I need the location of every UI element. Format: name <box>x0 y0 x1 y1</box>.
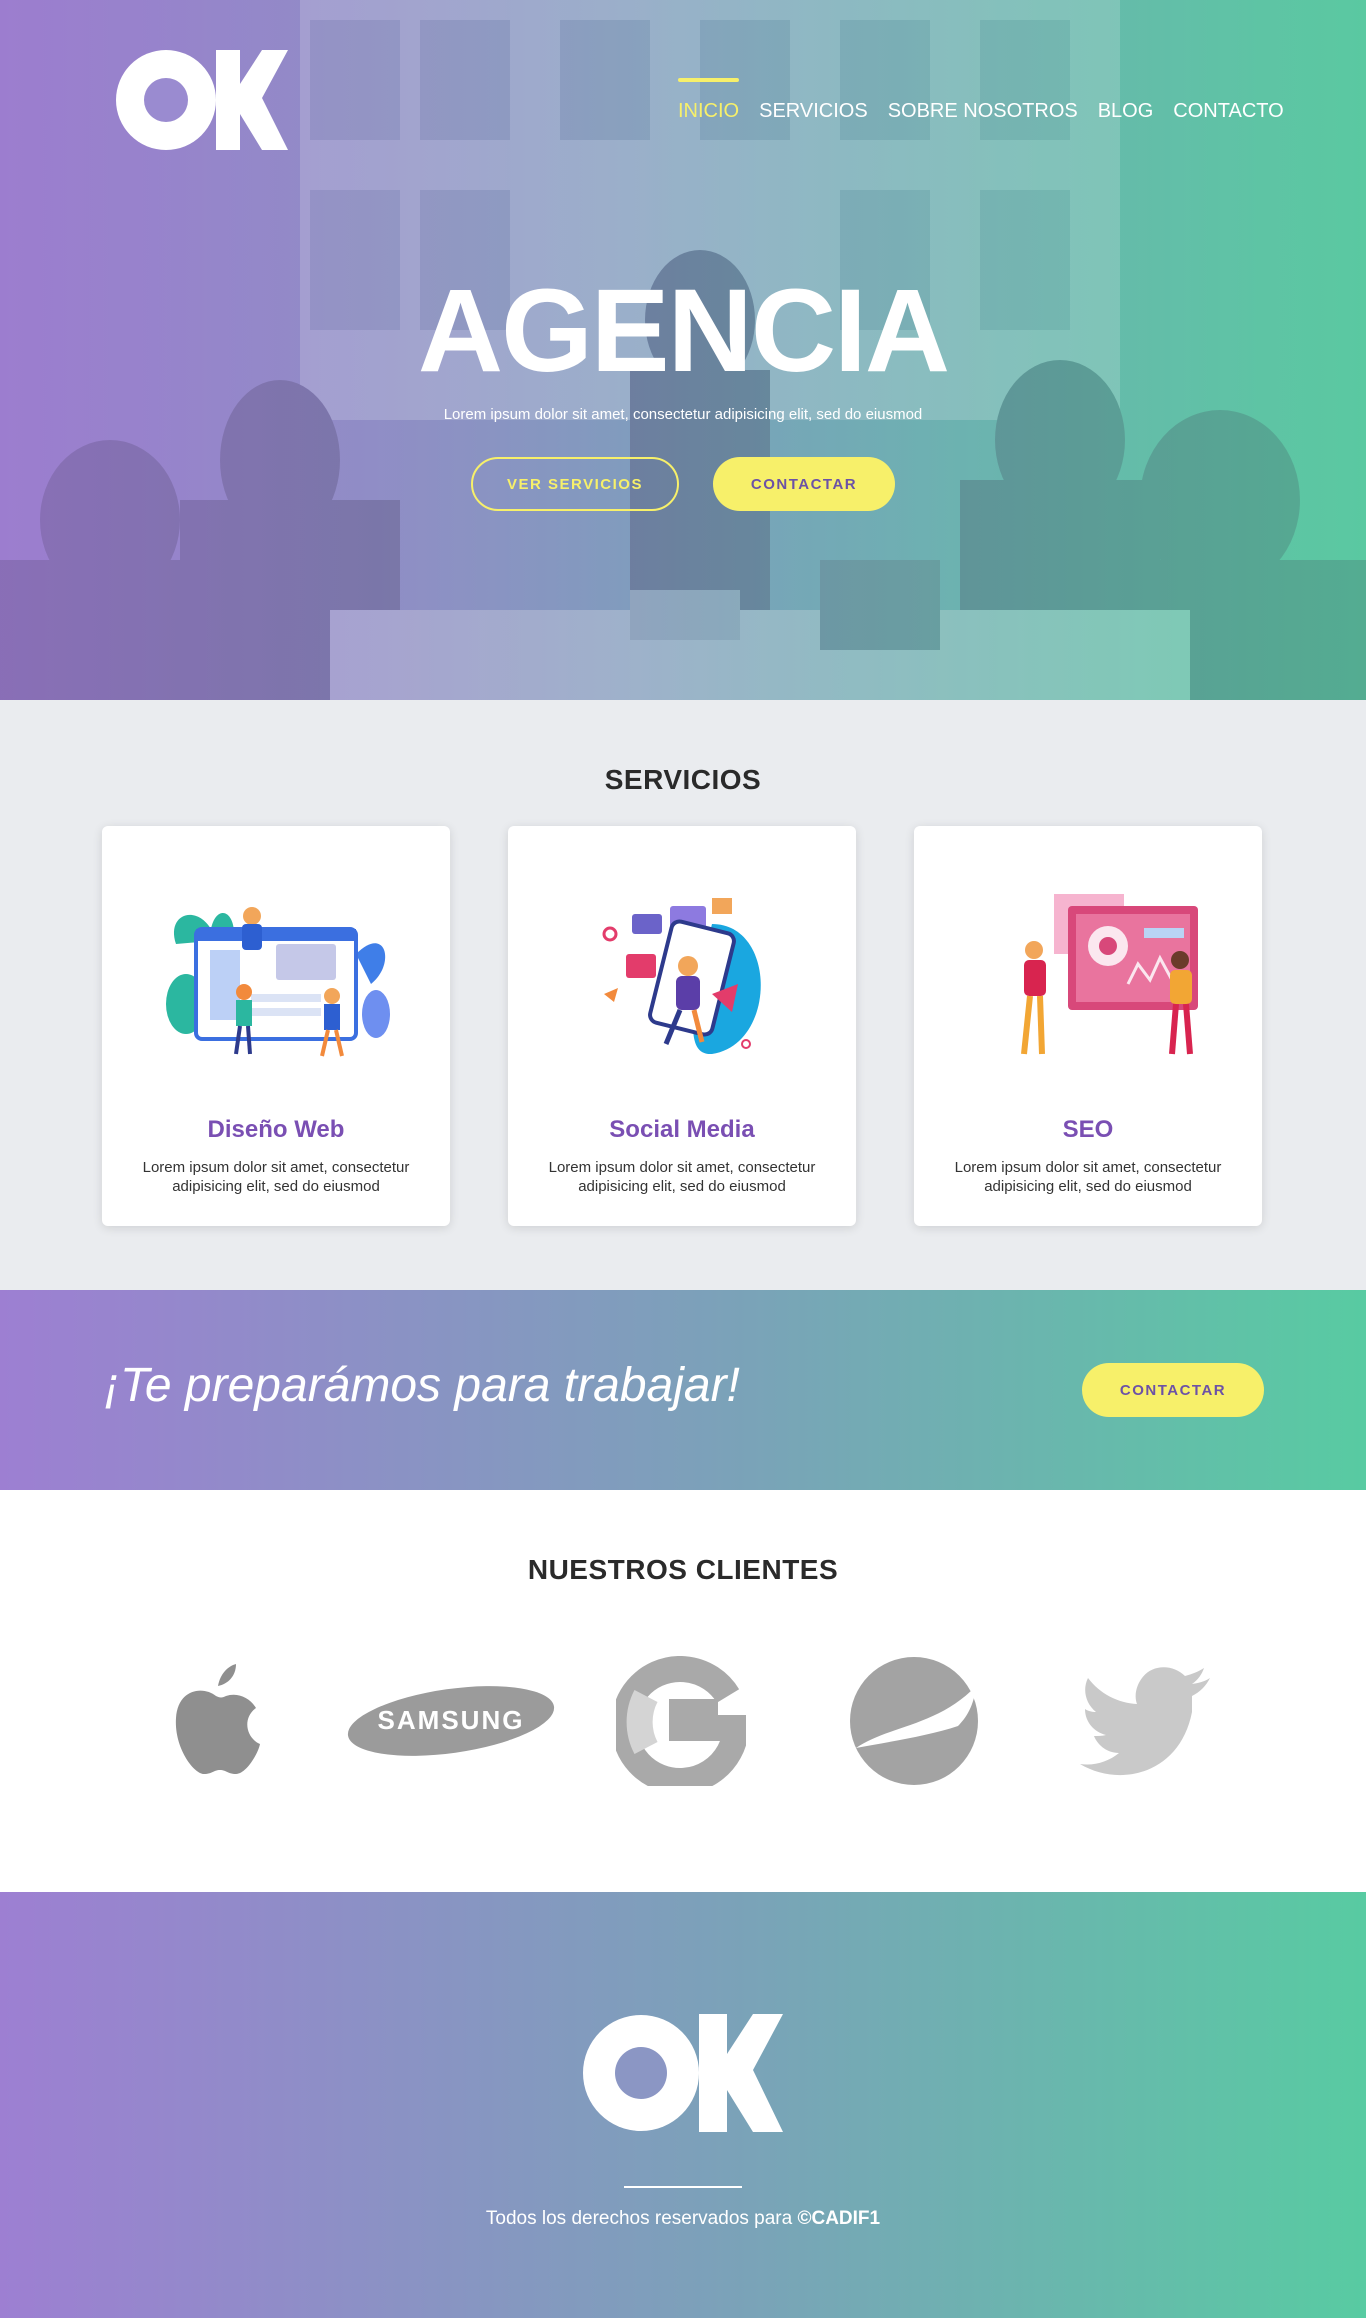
nav-item-inicio[interactable]: INICIO <box>678 78 740 148</box>
clients-title: NUESTROS CLIENTES <box>527 1554 839 1585</box>
svg-text:SAMSUNG: SAMSUNG <box>378 1705 525 1735</box>
apple-logo-icon <box>175 1664 260 1774</box>
service-card-social-media[interactable]: Social Media Lorem ipsum dolor sit amet,… <box>508 826 856 1226</box>
twitter-logo-icon <box>1080 1667 1210 1776</box>
nav-item-sobre-nosotros[interactable]: SOBRE NOSOTROS <box>888 78 1078 148</box>
service-card-web-design[interactable]: Diseño Web Lorem ipsum dolor sit amet, c… <box>102 826 450 1226</box>
footer-copyright-owner[interactable]: ©CADIF1 <box>797 2208 880 2229</box>
ver-servicios-button[interactable]: VER SERVICIOS <box>471 457 679 511</box>
samsung-logo-icon: SAMSUNG <box>347 1686 555 1756</box>
web-design-icon <box>166 907 390 1057</box>
main-navigation: INICIO SERVICIOS SOBRE NOSOTROS BLOG CON… <box>678 78 1284 148</box>
service-card-title: SEO <box>1062 1116 1114 1143</box>
service-card-description: Lorem ipsum dolor sit amet, consectetur … <box>548 1159 816 1195</box>
services-title: SERVICIOS <box>604 764 762 795</box>
cta-band: ¡Te preparámos para trabajar! CONTACTAR <box>0 1290 1366 1490</box>
nav-item-servicios[interactable]: SERVICIOS <box>759 78 868 148</box>
service-card-title: Social Media <box>609 1116 755 1143</box>
hero-section: INICIO SERVICIOS SOBRE NOSOTROS BLOG CON… <box>0 0 1366 700</box>
service-card-title: Diseño Web <box>207 1116 345 1143</box>
social-media-icon <box>602 898 761 1055</box>
hero-title: AGENCIA <box>417 265 950 397</box>
pepsi-logo-icon <box>850 1657 978 1785</box>
ok-logo-icon[interactable] <box>116 50 288 150</box>
hero-contactar-button[interactable]: CONTACTAR <box>713 457 895 511</box>
footer-divider <box>624 2186 742 2188</box>
seo-icon <box>1021 894 1198 1055</box>
service-card-description: Lorem ipsum dolor sit amet, consectetur … <box>142 1159 410 1195</box>
hero-subtitle: Lorem ipsum dolor sit amet, consectetur … <box>443 406 923 423</box>
ok-logo-icon[interactable] <box>583 2014 783 2132</box>
google-logo-icon <box>616 1656 746 1786</box>
footer-copyright-text: Todos los derechos reservados para <box>485 2208 798 2229</box>
cta-contactar-button[interactable]: CONTACTAR <box>1082 1363 1264 1417</box>
service-card-description: Lorem ipsum dolor sit amet, consectetur … <box>954 1159 1222 1195</box>
cta-text: ¡Te preparámos para trabajar! <box>104 1359 740 1412</box>
clients-section: NUESTROS CLIENTES SAMSUNG <box>0 1490 1366 1892</box>
footer: Todos los derechos reservados para ©CADI… <box>0 1892 1366 2318</box>
nav-item-blog[interactable]: BLOG <box>1098 78 1154 148</box>
services-section: SERVICIOS Diseño Web Lorem ipsum dolor s… <box>0 700 1366 1290</box>
hero-buttons: VER SERVICIOS CONTACTAR <box>0 457 1366 511</box>
footer-copyright: Todos los derechos reservados para ©CADI… <box>0 2208 1366 2230</box>
service-card-seo[interactable]: SEO Lorem ipsum dolor sit amet, consecte… <box>914 826 1262 1226</box>
nav-item-contacto[interactable]: CONTACTO <box>1173 78 1283 148</box>
